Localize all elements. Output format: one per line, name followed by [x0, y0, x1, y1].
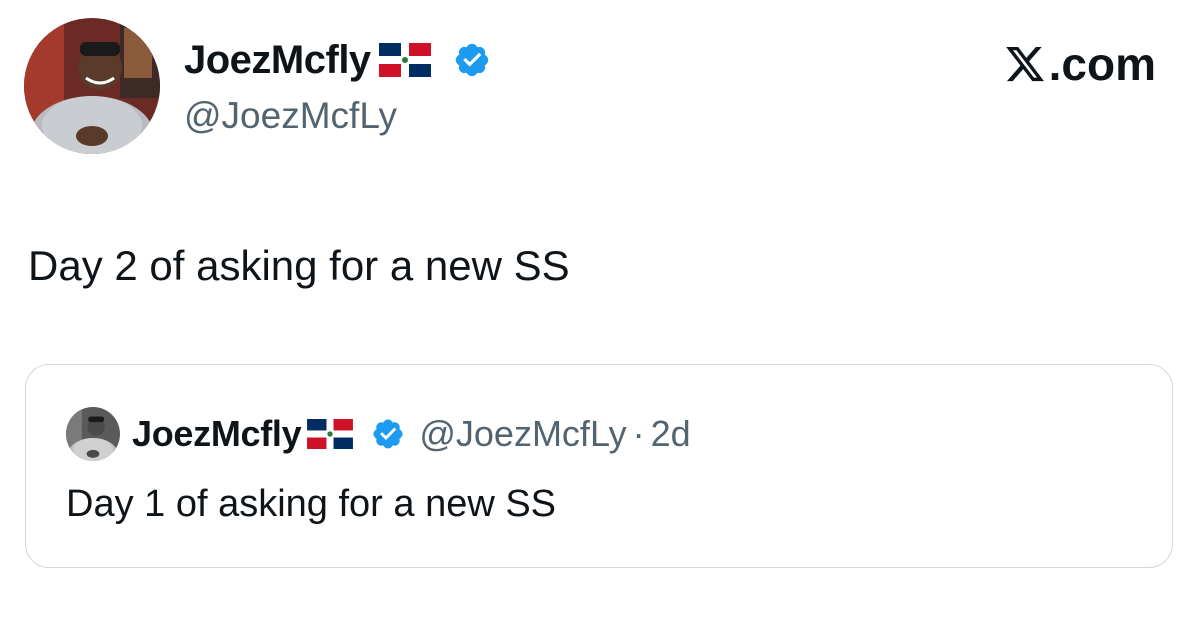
- quoted-author-handle[interactable]: @JoezMcfLy: [419, 412, 626, 456]
- quoted-avatar-image: [66, 407, 120, 461]
- author-name-row: JoezMcfly: [184, 36, 491, 84]
- meta-separator: ·: [632, 413, 645, 454]
- brand-label: .com: [1048, 38, 1156, 90]
- author-avatar[interactable]: [24, 18, 160, 154]
- verified-badge-icon[interactable]: [371, 417, 405, 451]
- quoted-tweet-card[interactable]: JoezMcfly @JoezMcfLy · 2d Day 1 of askin…: [25, 364, 1173, 568]
- quoted-author-avatar[interactable]: [66, 407, 120, 461]
- x-logo-icon: [1005, 46, 1044, 82]
- quoted-author-display-name[interactable]: JoezMcfly: [132, 412, 302, 456]
- dominican-republic-flag-icon: [378, 43, 431, 77]
- avatar-image: [24, 18, 160, 154]
- x-com-brand: .com: [1003, 36, 1156, 92]
- author-display-name[interactable]: JoezMcfly: [184, 36, 371, 84]
- author-handle[interactable]: @JoezMcfLy: [184, 94, 397, 138]
- quoted-timestamp[interactable]: 2d: [651, 412, 691, 456]
- verified-badge-icon[interactable]: [453, 41, 491, 79]
- quoted-tweet-text: Day 1 of asking for a new SS: [66, 483, 557, 525]
- tweet-text: Day 2 of asking for a new SS: [28, 242, 570, 289]
- quoted-tweet-header: JoezMcfly @JoezMcfLy · 2d: [66, 407, 691, 461]
- dominican-republic-flag-icon: [307, 419, 354, 449]
